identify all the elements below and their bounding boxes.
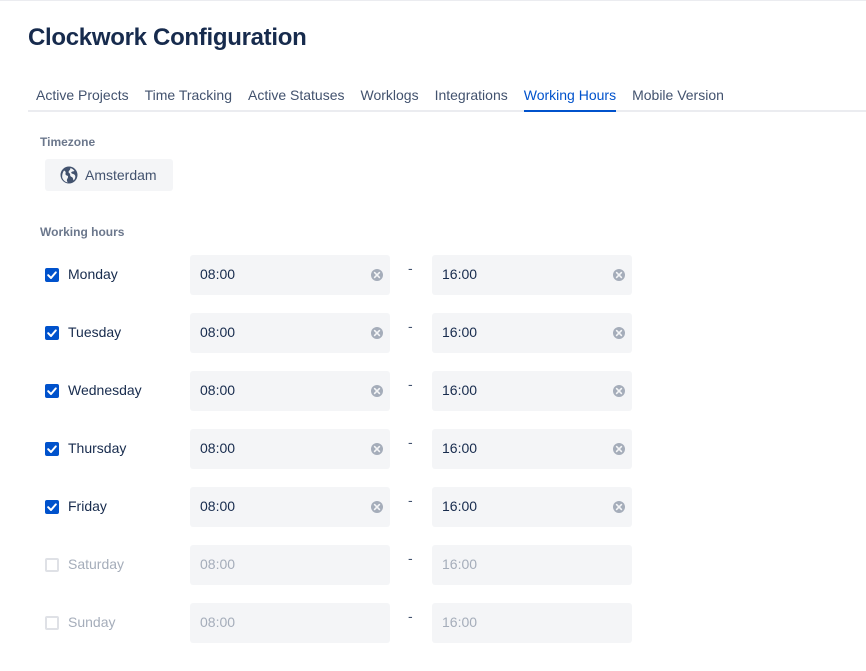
friday-end-time-field[interactable]: 16:00 <box>432 487 632 527</box>
tab-integrations[interactable]: Integrations <box>427 85 516 110</box>
page-title: Clockwork Configuration <box>28 24 307 51</box>
working-day-row-monday: Monday 08:00 - 16:00 <box>0 255 866 295</box>
tuesday-label: Tuesday <box>68 324 122 340</box>
monday-start-time-field[interactable]: 08:00 <box>190 255 390 295</box>
time-range-separator: - <box>408 550 413 566</box>
saturday-start-time-field[interactable]: 08:00 <box>190 545 390 585</box>
saturday-end-time-value: 16:00 <box>442 556 478 572</box>
working-day-row-friday: Friday 08:00 - 16:00 <box>0 487 866 527</box>
monday-end-time-field[interactable]: 16:00 <box>432 255 632 295</box>
friday-label: Friday <box>68 498 107 514</box>
sunday-label: Sunday <box>68 614 116 630</box>
clear-icon[interactable] <box>370 442 384 456</box>
thursday-end-time-field[interactable]: 16:00 <box>432 429 632 469</box>
monday-start-time-value: 08:00 <box>200 266 236 282</box>
friday-end-time-value: 16:00 <box>442 498 478 514</box>
checkmark-icon <box>45 385 59 402</box>
tab-active-statuses[interactable]: Active Statuses <box>240 85 353 110</box>
time-range-separator: - <box>408 260 413 276</box>
wednesday-end-time-field[interactable]: 16:00 <box>432 371 632 411</box>
checkmark-icon <box>45 327 59 344</box>
tab-working-hours[interactable]: Working Hours <box>516 85 624 112</box>
saturday-label: Saturday <box>68 556 125 572</box>
wednesday-start-time-value: 08:00 <box>200 382 236 398</box>
clear-icon[interactable] <box>370 326 384 340</box>
working-day-row-saturday: Saturday 08:00 - 16:00 <box>0 545 866 585</box>
tab-mobile-version[interactable]: Mobile Version <box>624 85 732 110</box>
time-range-separator: - <box>408 318 413 334</box>
sunday-start-time-value: 08:00 <box>200 614 236 630</box>
sunday-checkbox[interactable] <box>45 616 59 630</box>
clear-icon[interactable] <box>612 268 626 282</box>
tab-worklogs[interactable]: Worklogs <box>352 85 426 110</box>
thursday-start-time-value: 08:00 <box>200 440 236 456</box>
tuesday-end-time-value: 16:00 <box>442 324 478 340</box>
tab-active-projects[interactable]: Active Projects <box>28 85 137 110</box>
thursday-end-time-value: 16:00 <box>442 440 478 456</box>
top-divider <box>0 0 866 1</box>
sunday-end-time-field[interactable]: 16:00 <box>432 603 632 643</box>
tab-time-tracking[interactable]: Time Tracking <box>137 85 240 110</box>
monday-end-time-value: 16:00 <box>442 266 478 282</box>
time-range-separator: - <box>408 608 413 624</box>
timezone-value: Amsterdam <box>85 167 157 183</box>
clear-icon[interactable] <box>612 500 626 514</box>
time-range-separator: - <box>408 376 413 392</box>
globe-icon <box>60 166 78 184</box>
timezone-label: Timezone <box>40 135 96 149</box>
sunday-end-time-value: 16:00 <box>442 614 478 630</box>
tuesday-checkbox[interactable] <box>45 326 59 340</box>
friday-checkbox[interactable] <box>45 500 59 514</box>
tab-bar: Active Projects Time Tracking Active Sta… <box>28 85 866 112</box>
clear-icon[interactable] <box>612 326 626 340</box>
working-hours-label: Working hours <box>40 225 125 239</box>
tuesday-start-time-field[interactable]: 08:00 <box>190 313 390 353</box>
tuesday-start-time-value: 08:00 <box>200 324 236 340</box>
wednesday-checkbox[interactable] <box>45 384 59 398</box>
friday-start-time-value: 08:00 <box>200 498 236 514</box>
wednesday-label: Wednesday <box>68 382 142 398</box>
checkmark-icon <box>45 269 59 286</box>
thursday-label: Thursday <box>68 440 127 456</box>
clear-icon[interactable] <box>370 500 384 514</box>
wednesday-start-time-field[interactable]: 08:00 <box>190 371 390 411</box>
clear-icon[interactable] <box>612 442 626 456</box>
saturday-end-time-field[interactable]: 16:00 <box>432 545 632 585</box>
saturday-checkbox[interactable] <box>45 558 59 572</box>
clear-icon[interactable] <box>370 268 384 282</box>
thursday-start-time-field[interactable]: 08:00 <box>190 429 390 469</box>
time-range-separator: - <box>408 492 413 508</box>
thursday-checkbox[interactable] <box>45 442 59 456</box>
monday-label: Monday <box>68 266 118 282</box>
tuesday-end-time-field[interactable]: 16:00 <box>432 313 632 353</box>
working-day-row-sunday: Sunday 08:00 - 16:00 <box>0 603 866 643</box>
saturday-start-time-value: 08:00 <box>200 556 236 572</box>
clear-icon[interactable] <box>370 384 384 398</box>
working-day-row-tuesday: Tuesday 08:00 - 16:00 <box>0 313 866 353</box>
monday-checkbox[interactable] <box>45 268 59 282</box>
checkmark-icon <box>45 443 59 460</box>
working-day-row-thursday: Thursday 08:00 - 16:00 <box>0 429 866 469</box>
checkmark-icon <box>45 501 59 518</box>
sunday-start-time-field[interactable]: 08:00 <box>190 603 390 643</box>
time-range-separator: - <box>408 434 413 450</box>
wednesday-end-time-value: 16:00 <box>442 382 478 398</box>
working-day-row-wednesday: Wednesday 08:00 - 16:00 <box>0 371 866 411</box>
friday-start-time-field[interactable]: 08:00 <box>190 487 390 527</box>
timezone-select-button[interactable]: Amsterdam <box>45 159 173 191</box>
clear-icon[interactable] <box>612 384 626 398</box>
